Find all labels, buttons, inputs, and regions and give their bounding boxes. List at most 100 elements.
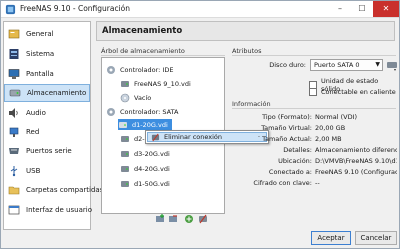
checkbox-box	[309, 88, 317, 96]
sidebar-item-label: Carpetas compartidas	[26, 186, 104, 194]
settings-window: FreeNAS 9.10 - Configuración – ☐ ✕ Gener…	[0, 0, 400, 249]
info-location-value: D:\VMVB\FreeNAS 9.10\d1-20G...	[315, 157, 397, 165]
sidebar-item-general[interactable]: General	[4, 25, 90, 43]
add-attachment-icon[interactable]	[184, 214, 194, 224]
tree-node-label: Controlador: IDE	[120, 65, 174, 74]
hard-disk-icon	[121, 80, 129, 87]
tree-node-label: d4-20G.vdi	[134, 164, 170, 173]
sidebar-item-label: Almacenamiento	[27, 89, 87, 97]
system-icon	[9, 49, 19, 59]
storage-tree-toolbar	[151, 214, 221, 226]
tree-node-label: Controlador: SATA	[120, 107, 179, 116]
minimize-button[interactable]: –	[329, 1, 351, 17]
add-controller-icon[interactable]	[155, 214, 165, 224]
sata-controller-icon	[107, 107, 115, 116]
sidebar-item-label: Interfaz de usuario	[26, 206, 92, 214]
page-header: Almacenamiento	[96, 21, 395, 41]
general-icon	[8, 29, 20, 39]
info-type-label: Tipo (Formato):	[262, 113, 312, 121]
tree-node-ide-controller[interactable]: Controlador: IDE	[106, 64, 173, 75]
sidebar-item-network[interactable]: Red	[4, 123, 90, 141]
shared-folder-icon	[8, 186, 20, 195]
remove-controller-icon[interactable]	[168, 214, 178, 224]
display-icon	[8, 69, 20, 79]
close-button[interactable]: ✕	[373, 1, 399, 17]
maximize-button[interactable]: ☐	[351, 1, 373, 17]
info-encryption-value: --	[315, 179, 320, 187]
sidebar-item-usb[interactable]: USB	[4, 162, 90, 180]
usb-icon	[10, 166, 18, 177]
menu-item-label: Eliminar conexión	[164, 133, 223, 141]
user-interface-icon	[8, 205, 20, 215]
tree-node-d1-20g[interactable]: d1-20G.vdi	[118, 119, 172, 130]
info-actual-size-value: 2,00 MB	[315, 135, 342, 143]
hard-disk-icon	[121, 165, 129, 172]
sidebar-item-user-interface[interactable]: Interfaz de usuario	[4, 201, 92, 219]
checkbox-label: Conectable en caliente	[321, 88, 396, 96]
info-virtual-size-label: Tamaño Virtual:	[261, 124, 312, 132]
divider	[101, 55, 225, 56]
tree-node-d3-20g[interactable]: d3-20G.vdi	[120, 148, 170, 159]
storage-icon	[9, 89, 21, 97]
info-actual-size-label: Tamaño Actual:	[262, 135, 312, 143]
info-location-label: Ubicación:	[278, 157, 312, 165]
cancel-button[interactable]: Cancelar	[355, 231, 397, 245]
remove-attachment-icon[interactable]	[198, 214, 208, 224]
hard-disk-icon	[121, 180, 129, 187]
hard-disk-icon	[121, 135, 129, 142]
tree-node-label: d1-20G.vdi	[132, 120, 168, 129]
tree-node-label: d3-20G.vdi	[134, 149, 170, 158]
sidebar-item-storage[interactable]: Almacenamiento	[4, 84, 90, 102]
sidebar-item-label: Red	[26, 128, 40, 136]
title-bar: FreeNAS 9.10 - Configuración – ☐ ✕	[1, 1, 399, 18]
sidebar-item-audio[interactable]: Audio	[4, 104, 90, 122]
tree-node-label: FreeNAS 9_10.vdi	[134, 79, 191, 88]
sidebar-item-display[interactable]: Pantalla	[4, 65, 90, 83]
info-details-label: Detalles:	[283, 146, 312, 154]
tree-node-freenas-vdi[interactable]: FreeNAS 9_10.vdi	[120, 78, 191, 89]
audio-icon	[9, 108, 18, 118]
sidebar-item-system[interactable]: Sistema	[4, 45, 90, 63]
sidebar-item-label: Audio	[26, 109, 46, 117]
divider	[232, 55, 396, 56]
tree-node-label: d1-50G.vdi	[134, 179, 170, 188]
hard-disk-icon	[119, 121, 127, 128]
optical-disk-icon	[120, 93, 130, 102]
sidebar-item-label: Puertos serie	[26, 147, 72, 155]
ide-controller-icon	[107, 65, 115, 74]
attributes-label: Atributos	[232, 47, 262, 55]
chevron-down-icon: ▼	[375, 61, 380, 68]
tree-node-d1-50g[interactable]: d1-50G.vdi	[120, 178, 170, 189]
hard-disk-port-select[interactable]: Puerto SATA 0 ▼	[310, 59, 383, 71]
info-attached-to-label: Conectado a:	[268, 168, 312, 176]
hard-disk-port-value: Puerto SATA 0	[314, 61, 360, 69]
info-details-value: Almacenamiento diferenciado re...	[315, 146, 397, 154]
virtualbox-icon	[5, 4, 16, 15]
tree-node-label: Vacío	[134, 93, 152, 102]
network-icon	[9, 127, 19, 137]
sidebar-item-shared-folders[interactable]: Carpetas compartidas	[4, 181, 103, 199]
storage-tree-label: Árbol de almacenamiento	[101, 47, 185, 55]
info-encryption-label: Cifrado con clave:	[253, 179, 312, 187]
tree-node-sata-controller[interactable]: Controlador: SATA	[106, 106, 179, 117]
hard-disk-icon	[121, 150, 129, 157]
sidebar-item-label: General	[26, 30, 54, 38]
sidebar-item-label: Sistema	[26, 50, 55, 58]
info-attached-to-value: FreeNAS 9.10 (Configuración ini...	[315, 168, 397, 176]
tree-node-empty-optical[interactable]: Vacío	[120, 92, 151, 103]
information-label: Información	[232, 100, 271, 108]
page-title: Almacenamiento	[102, 26, 183, 36]
window-title: FreeNAS 9.10 - Configuración	[20, 4, 131, 13]
sidebar-item-label: USB	[26, 167, 41, 175]
hotplug-checkbox[interactable]: Conectable en caliente	[309, 88, 396, 96]
info-type-value: Normal (VDI)	[315, 113, 358, 121]
accept-button[interactable]: Aceptar	[311, 231, 351, 245]
hard-disk-label: Disco duro:	[269, 61, 306, 69]
remove-attachment-icon	[151, 133, 160, 141]
sidebar-item-label: Pantalla	[26, 70, 54, 78]
settings-sidebar: General Sistema Pantalla Almacenamiento …	[3, 21, 103, 230]
choose-disk-icon[interactable]	[386, 59, 398, 71]
sidebar-item-serial-ports[interactable]: Puertos serie	[4, 142, 90, 160]
tree-node-d4-20g[interactable]: d4-20G.vdi	[120, 163, 170, 174]
divider	[232, 108, 396, 109]
